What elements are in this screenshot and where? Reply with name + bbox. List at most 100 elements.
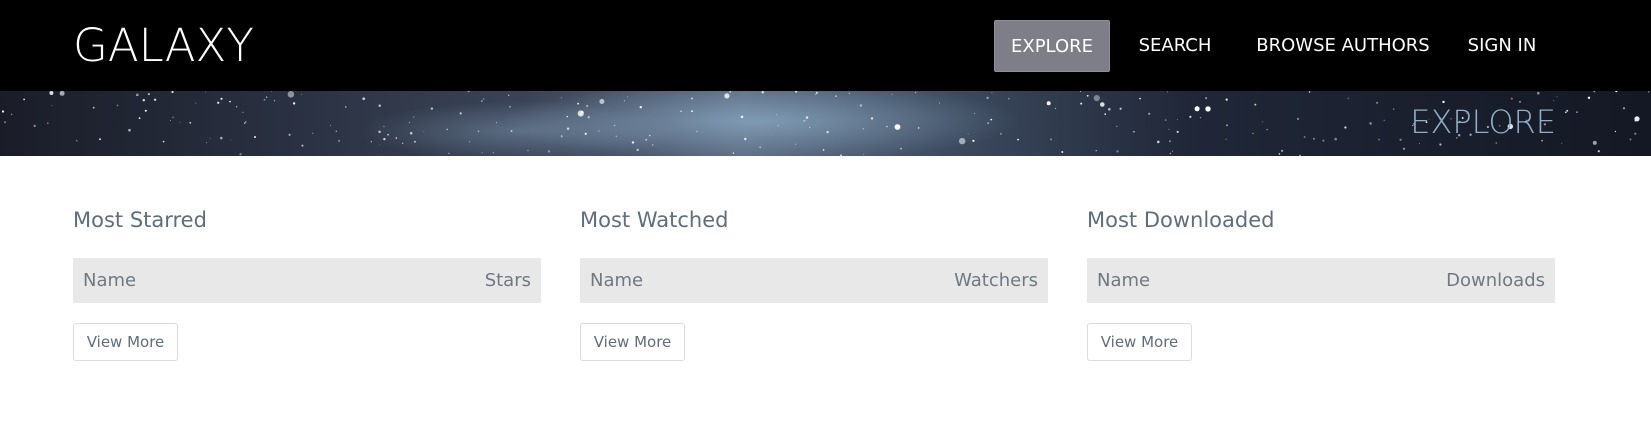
- star: [236, 106, 238, 108]
- star: [900, 147, 902, 150]
- star: [338, 140, 340, 142]
- star: [189, 121, 192, 124]
- star: [938, 102, 941, 104]
- star: [627, 96, 629, 98]
- star: [1199, 117, 1202, 119]
- star: [481, 152, 483, 154]
- star: [301, 93, 303, 95]
- star: [814, 93, 817, 96]
- star: [729, 91, 731, 93]
- star: [724, 93, 730, 99]
- star: [696, 130, 698, 133]
- star: [1095, 150, 1097, 152]
- star: [1564, 111, 1567, 114]
- star: [467, 91, 470, 93]
- view-more-downloaded-button[interactable]: View More: [1087, 323, 1192, 361]
- star: [179, 121, 181, 123]
- star: [395, 137, 398, 139]
- star: [744, 137, 747, 141]
- star: [481, 100, 483, 102]
- star: [1556, 96, 1558, 98]
- star: [1303, 136, 1306, 138]
- star: [1634, 116, 1640, 122]
- star: [1108, 108, 1111, 111]
- star: [1157, 140, 1160, 144]
- star: [1561, 142, 1563, 144]
- nav-search[interactable]: SEARCH: [1127, 20, 1223, 72]
- star: [1205, 106, 1211, 112]
- star: [138, 117, 141, 120]
- star: [1008, 97, 1010, 100]
- hero-title: EXPLORE: [1410, 103, 1556, 141]
- star: [1376, 101, 1379, 104]
- star: [1, 110, 5, 113]
- most-watched-title: Most Watched: [580, 208, 729, 232]
- star: [1262, 121, 1264, 123]
- star: [254, 136, 256, 138]
- star: [1046, 101, 1051, 106]
- star: [496, 122, 497, 124]
- star: [413, 116, 415, 118]
- star: [1634, 132, 1637, 135]
- star: [891, 93, 893, 95]
- star: [560, 135, 563, 138]
- star: [959, 137, 966, 145]
- star: [263, 98, 266, 101]
- nav-sign-in[interactable]: SIGN IN: [1460, 20, 1544, 72]
- star: [49, 91, 54, 95]
- star: [613, 124, 616, 127]
- star: [378, 130, 381, 134]
- view-more-watched-button[interactable]: View More: [580, 323, 685, 361]
- star: [230, 139, 232, 141]
- star: [99, 138, 101, 141]
- star: [1079, 91, 1082, 93]
- star: [383, 126, 385, 128]
- star: [815, 91, 818, 94]
- star: [1347, 97, 1349, 99]
- most-watched-table-header: Name Watchers: [580, 258, 1048, 303]
- star: [1050, 138, 1053, 141]
- nav-explore[interactable]: EXPLORE: [994, 20, 1110, 72]
- star: [1587, 96, 1591, 99]
- star: [1378, 138, 1380, 141]
- star: [1344, 126, 1347, 129]
- star: [914, 91, 917, 94]
- column-downloads-header: Downloads: [1446, 270, 1545, 291]
- star: [92, 106, 95, 109]
- star: [577, 110, 584, 117]
- star: [1597, 150, 1600, 153]
- star: [587, 116, 590, 119]
- most-downloaded-title: Most Downloaded: [1087, 208, 1275, 232]
- star: [652, 144, 654, 146]
- star: [335, 130, 337, 132]
- star: [599, 99, 605, 104]
- star: [732, 152, 735, 154]
- star: [508, 94, 510, 96]
- star: [809, 126, 811, 129]
- star: [1510, 97, 1513, 100]
- view-more-starred-button[interactable]: View More: [73, 323, 178, 361]
- star: [1419, 143, 1420, 144]
- star: [680, 110, 682, 113]
- star: [840, 154, 842, 156]
- star: [204, 91, 206, 93]
- main-nav: EXPLORE SEARCH BROWSE AUTHORS SIGN IN: [0, 20, 1651, 72]
- star: [430, 107, 434, 110]
- star: [33, 124, 36, 128]
- star: [1168, 140, 1171, 143]
- star: [1165, 119, 1167, 121]
- star: [477, 130, 480, 133]
- star: [577, 102, 579, 105]
- hero-banner: EXPLORE: [0, 91, 1651, 156]
- star: [378, 104, 381, 107]
- star: [1116, 150, 1119, 153]
- star: [886, 125, 888, 128]
- star: [271, 91, 273, 92]
- star: [1225, 98, 1228, 101]
- top-navbar: GALAXY EXPLORE SEARCH BROWSE AUTHORS SIG…: [0, 0, 1651, 91]
- star: [859, 104, 863, 107]
- star: [761, 91, 764, 94]
- nav-browse-authors[interactable]: BROWSE AUTHORS: [1253, 20, 1433, 72]
- star: [370, 141, 372, 143]
- star: [1629, 138, 1632, 141]
